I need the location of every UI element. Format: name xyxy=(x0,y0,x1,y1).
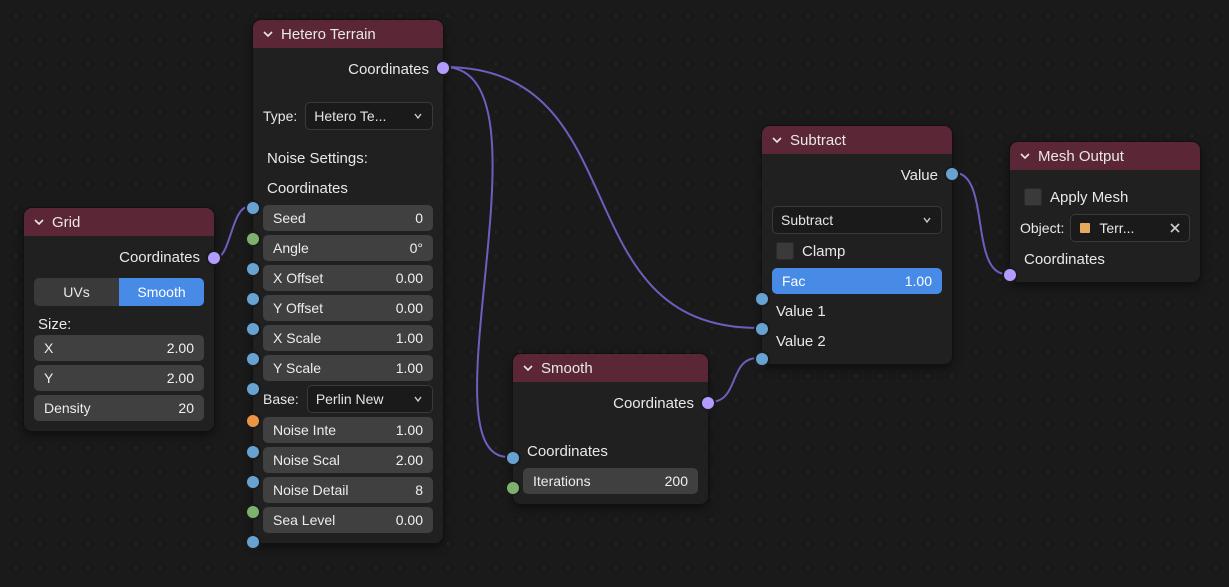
socket-label-value2: Value 2 xyxy=(776,333,826,350)
socket-out-coordinates[interactable] xyxy=(208,252,220,264)
subtract-fac[interactable]: Fac1.00 xyxy=(772,268,942,294)
subtract-clamp-checkbox[interactable] xyxy=(776,242,794,260)
node-title: Hetero Terrain xyxy=(281,26,376,43)
apply-mesh-checkbox[interactable] xyxy=(1024,188,1042,206)
node-header-smooth[interactable]: Smooth xyxy=(513,354,708,382)
grid-mode-uvs[interactable]: UVs xyxy=(34,278,119,306)
hetero-angle[interactable]: Angle0° xyxy=(263,235,433,261)
chevron-down-icon xyxy=(32,215,46,229)
size-label: Size: xyxy=(34,312,204,335)
node-mesh-output[interactable]: Mesh Output Apply Mesh Object: Terr... C… xyxy=(1010,142,1200,282)
socket-in-value2[interactable] xyxy=(756,353,768,365)
node-title: Smooth xyxy=(541,360,593,377)
node-title: Mesh Output xyxy=(1038,148,1124,165)
grid-mode-toggle[interactable]: UVs Smooth xyxy=(34,278,204,306)
node-title: Grid xyxy=(52,214,80,231)
socket-in-coordinates[interactable] xyxy=(247,202,259,214)
socket-label-out-coordinates: Coordinates xyxy=(613,395,694,412)
socket-in-y-scale[interactable] xyxy=(247,383,259,395)
noise-settings-label: Noise Settings: xyxy=(263,146,433,169)
node-header-hetero[interactable]: Hetero Terrain xyxy=(253,20,443,48)
hetero-x-scale[interactable]: X Scale1.00 xyxy=(263,325,433,351)
hetero-type-dropdown[interactable]: Hetero Te... xyxy=(305,102,433,130)
socket-in-iterations[interactable] xyxy=(507,482,519,494)
socket-in-value1[interactable] xyxy=(756,323,768,335)
clamp-label: Clamp xyxy=(802,243,845,260)
socket-in-x-scale[interactable] xyxy=(247,353,259,365)
chevron-down-icon xyxy=(770,133,784,147)
socket-in-sea-level[interactable] xyxy=(247,536,259,548)
socket-in-angle[interactable] xyxy=(247,263,259,275)
socket-label-in-coordinates: Coordinates xyxy=(527,443,608,460)
smooth-iterations[interactable]: Iterations200 xyxy=(523,468,698,494)
close-icon[interactable] xyxy=(1167,220,1183,236)
object-icon xyxy=(1077,220,1093,236)
node-grid[interactable]: Grid Coordinates UVs Smooth Size: X2.00 … xyxy=(24,208,214,431)
base-label: Base: xyxy=(263,391,299,407)
socket-in-coordinates[interactable] xyxy=(1004,269,1016,281)
chevron-down-icon xyxy=(412,393,424,405)
grid-mode-smooth[interactable]: Smooth xyxy=(119,278,204,306)
chevron-down-icon xyxy=(1018,149,1032,163)
chevron-down-icon xyxy=(521,361,535,375)
hetero-base-dropdown[interactable]: Perlin New xyxy=(307,385,433,413)
socket-out-value[interactable] xyxy=(946,168,958,180)
socket-label-out-coordinates: Coordinates xyxy=(348,61,429,78)
node-header-subtract[interactable]: Subtract xyxy=(762,126,952,154)
node-smooth[interactable]: Smooth Coordinates Coordinates Iteration… xyxy=(513,354,708,504)
socket-in-x-offset[interactable] xyxy=(247,293,259,305)
grid-size-x[interactable]: X2.00 xyxy=(34,335,204,361)
socket-out-coordinates[interactable] xyxy=(702,397,714,409)
hetero-noise-intensity[interactable]: Noise Inte1.00 xyxy=(263,417,433,443)
hetero-noise-detail[interactable]: Noise Detail8 xyxy=(263,477,433,503)
hetero-y-scale[interactable]: Y Scale1.00 xyxy=(263,355,433,381)
chevron-down-icon xyxy=(412,110,424,122)
chevron-down-icon xyxy=(261,27,275,41)
socket-in-noise-detail[interactable] xyxy=(247,506,259,518)
socket-in-fac[interactable] xyxy=(756,293,768,305)
node-header-mesh-output[interactable]: Mesh Output xyxy=(1010,142,1200,170)
socket-in-y-offset[interactable] xyxy=(247,323,259,335)
socket-in-seed[interactable] xyxy=(247,233,259,245)
socket-label-out-value: Value xyxy=(901,167,938,184)
apply-mesh-label: Apply Mesh xyxy=(1050,189,1128,206)
socket-label-value1: Value 1 xyxy=(776,303,826,320)
socket-in-noise-intensity[interactable] xyxy=(247,446,259,458)
socket-label-in-coordinates: Coordinates xyxy=(267,180,348,197)
object-reference[interactable]: Terr... xyxy=(1070,214,1190,242)
object-label: Object: xyxy=(1020,220,1064,236)
node-header-grid[interactable]: Grid xyxy=(24,208,214,236)
socket-label-in-coordinates: Coordinates xyxy=(1024,251,1105,268)
hetero-sea-level[interactable]: Sea Level0.00 xyxy=(263,507,433,533)
hetero-x-offset[interactable]: X Offset0.00 xyxy=(263,265,433,291)
chevron-down-icon xyxy=(921,214,933,226)
hetero-y-offset[interactable]: Y Offset0.00 xyxy=(263,295,433,321)
node-title: Subtract xyxy=(790,132,846,149)
socket-in-noise-scale[interactable] xyxy=(247,476,259,488)
socket-label-out-coordinates: Coordinates xyxy=(119,249,200,266)
node-hetero-terrain[interactable]: Hetero Terrain Coordinates Type: Hetero … xyxy=(253,20,443,543)
hetero-noise-scale[interactable]: Noise Scal2.00 xyxy=(263,447,433,473)
socket-in-base[interactable] xyxy=(247,415,259,427)
hetero-seed[interactable]: Seed0 xyxy=(263,205,433,231)
socket-out-coordinates[interactable] xyxy=(437,62,449,74)
node-subtract[interactable]: Subtract Value Subtract Clamp Fac1.00 Va… xyxy=(762,126,952,364)
subtract-op-dropdown[interactable]: Subtract xyxy=(772,206,942,234)
grid-size-y[interactable]: Y2.00 xyxy=(34,365,204,391)
type-label: Type: xyxy=(263,108,297,124)
socket-in-coordinates[interactable] xyxy=(507,452,519,464)
grid-density[interactable]: Density20 xyxy=(34,395,204,421)
